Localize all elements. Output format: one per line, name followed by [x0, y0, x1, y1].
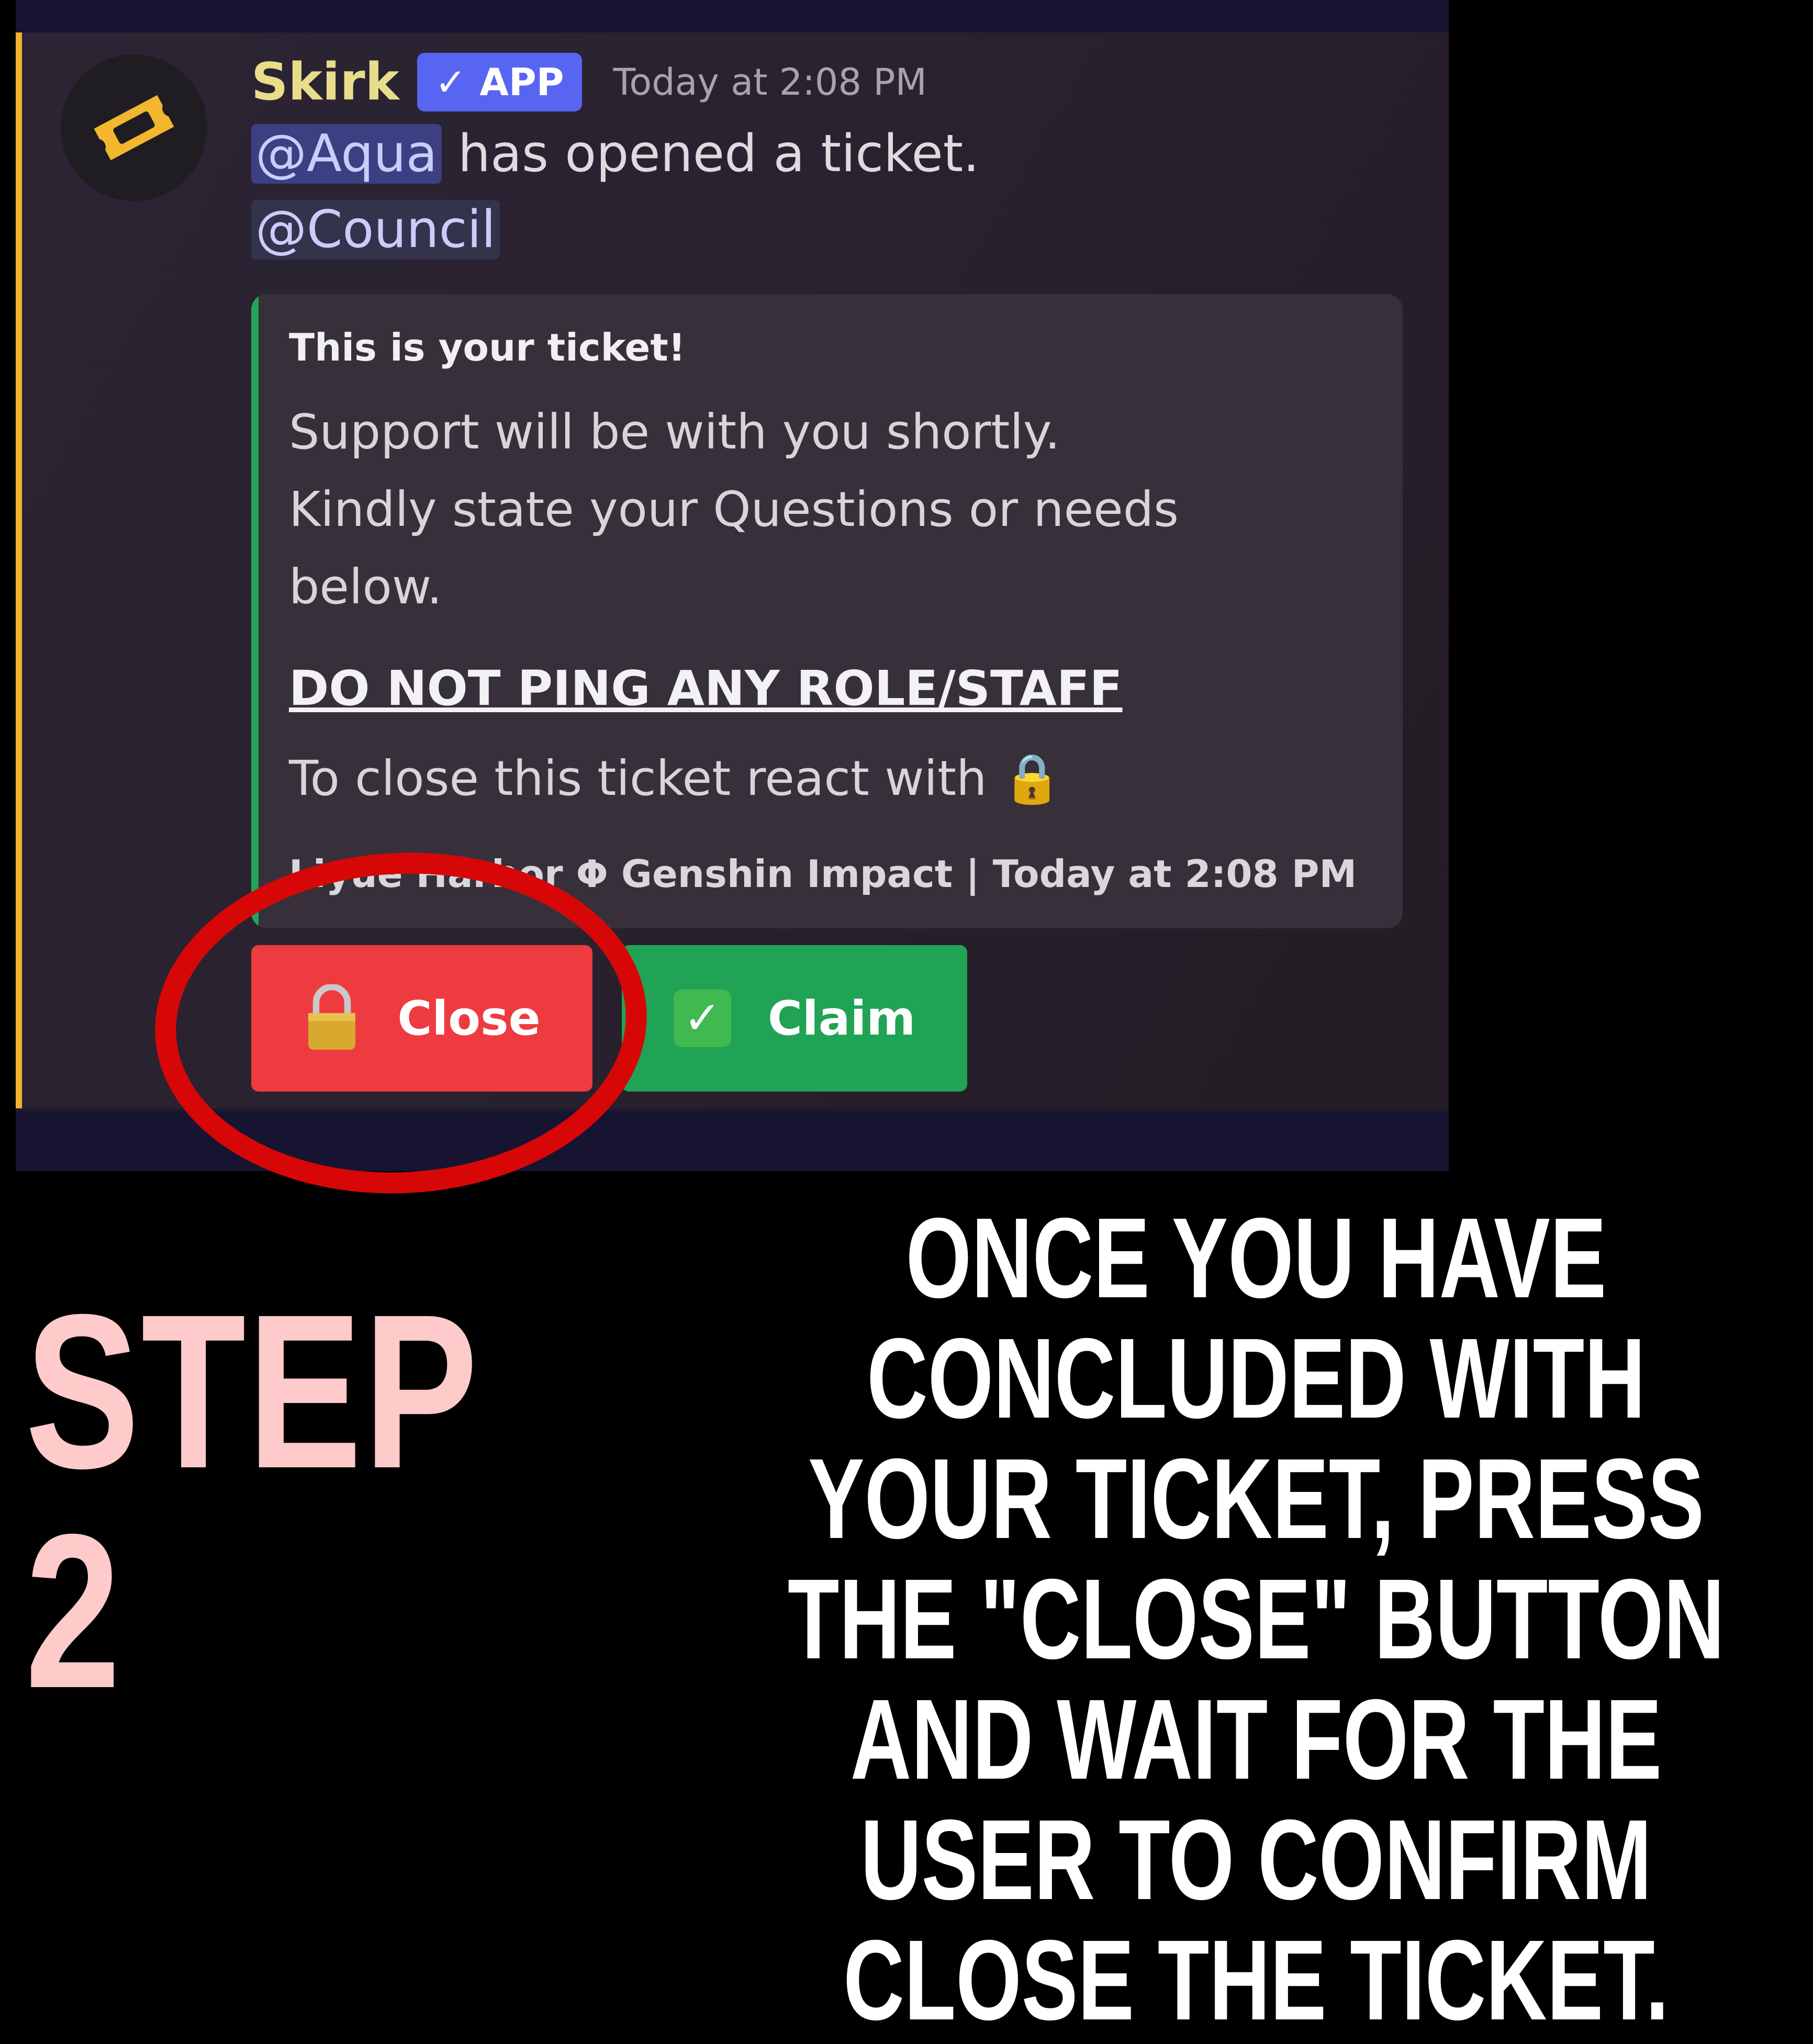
embed-accent-bar [251, 294, 259, 928]
instruction-text: ONCE YOU HAVE CONCLUDED WITH YOUR TICKET… [787, 1195, 1725, 2044]
app-badge: ✓ APP [417, 53, 582, 111]
embed-close-hint-row: To close this ticket react with 🔒 [289, 750, 1062, 807]
message-highlight-bar [16, 32, 22, 1111]
username[interactable]: Skirk [251, 52, 399, 112]
opened-text: has opened a ticket. [441, 124, 980, 184]
avatar[interactable] [61, 54, 207, 201]
step-title: STEP 2 [25, 1269, 477, 1734]
ticket-icon [94, 95, 174, 161]
message-header: Skirk ✓ APP Today at 2:08 PM [251, 48, 927, 116]
claim-button[interactable]: ✓ Claim [622, 945, 967, 1092]
embed-line-2: Kindly state your Questions or needs [289, 481, 1179, 537]
check-icon: ✓ [673, 990, 731, 1047]
message-line-opened: @Aqua has opened a ticket. [251, 124, 979, 184]
lock-emoji: 🔒 [1002, 750, 1062, 806]
ticket-embed: This is your ticket! Support will be wit… [251, 294, 1403, 928]
timestamp: Today at 2:08 PM [613, 61, 927, 104]
role-mention[interactable]: @Council [251, 200, 500, 260]
embed-line-1: Support will be with you shortly. [289, 404, 1060, 460]
claim-button-label: Claim [767, 991, 916, 1046]
instruction-text-block: ONCE YOU HAVE CONCLUDED WITH YOUR TICKET… [738, 1198, 1774, 2041]
message-line-role: @Council [251, 200, 500, 260]
embed-title: This is your ticket! [289, 325, 686, 369]
embed-line-3: below. [289, 559, 442, 615]
user-mention[interactable]: @Aqua [251, 124, 442, 184]
embed-warning: DO NOT PING ANY ROLE/STAFF [289, 660, 1123, 716]
embed-close-hint: To close this ticket react with [289, 750, 987, 806]
